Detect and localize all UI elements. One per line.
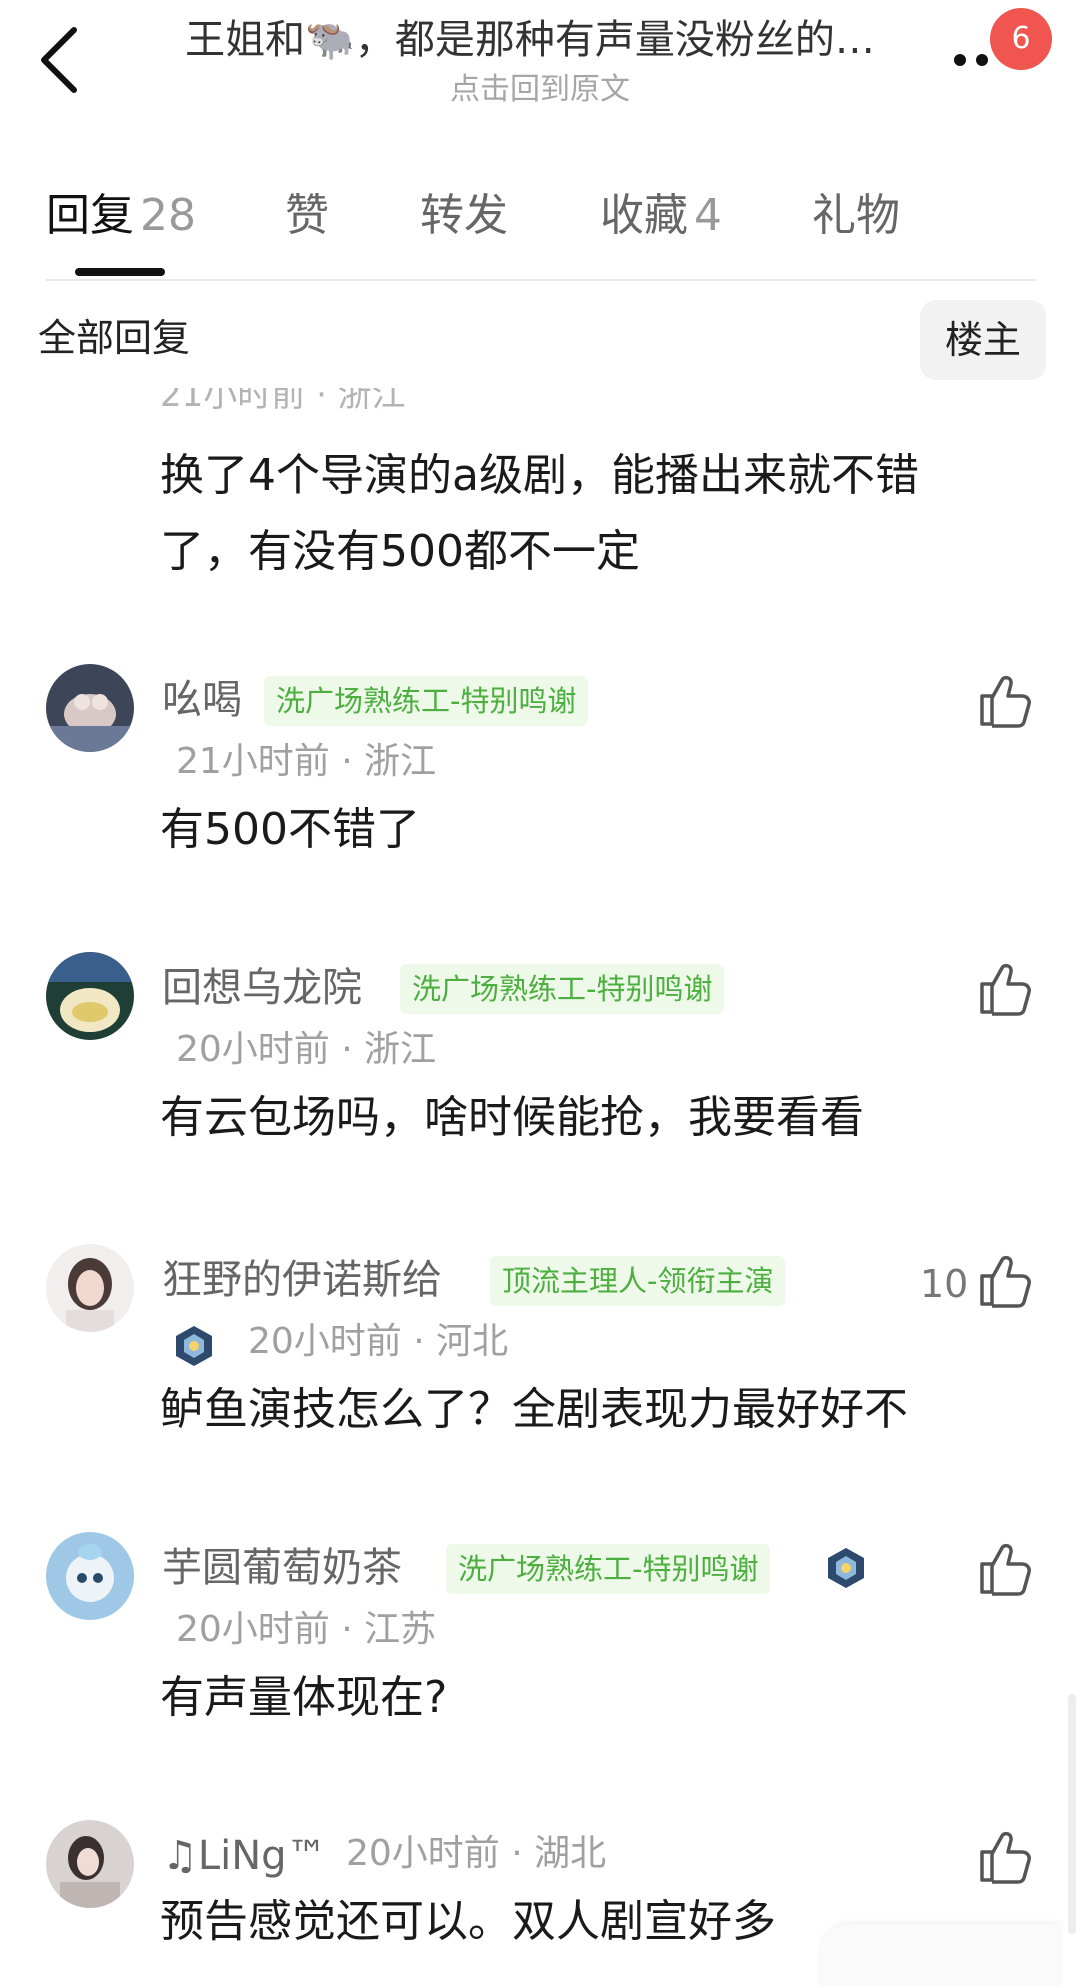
floating-reply-bar[interactable] (820, 1924, 1060, 1986)
comment-content: 换了4个导演的a级剧，能播出来就不错 了，有没有500都不一定 (160, 438, 1000, 590)
avatar-image (46, 1532, 134, 1620)
thumbs-up-icon (980, 675, 1031, 728)
fan-tag[interactable]: 洗广场熟练工-特别鸣谢 (446, 1544, 771, 1594)
like-button[interactable] (978, 960, 1032, 1016)
all-replies-title: 全部回复 (38, 316, 191, 360)
tab-reposts[interactable]: 转发 (420, 188, 508, 244)
username[interactable]: 狂野的伊诺斯给 (162, 1252, 442, 1308)
fan-tag[interactable]: 洗广场熟练工-特别鸣谢 (264, 676, 589, 726)
comment-meta: 21小时前 · 浙江 (160, 388, 406, 415)
active-tab-indicator (75, 268, 165, 276)
comment-content[interactable]: 有声量体现在? (160, 1666, 447, 1730)
thumbs-up-icon (980, 1831, 1031, 1884)
fan-tag[interactable]: 洗广场熟练工-特别鸣谢 (400, 964, 725, 1014)
comment-content-line: 了，有没有500都不一定 (160, 526, 640, 577)
like-button[interactable] (978, 672, 1032, 728)
comment-meta: 20小时前 · 浙江 (176, 1029, 437, 1070)
avatar[interactable] (46, 1532, 134, 1620)
comment-content[interactable]: 鲈鱼演技怎么了？全剧表现力最好好不 (160, 1378, 908, 1442)
tab-count: 4 (694, 190, 722, 241)
avatar[interactable] (46, 1820, 134, 1908)
tab-label: 赞 (285, 190, 329, 241)
tab-label: 礼物 (812, 190, 900, 241)
thumbs-up-icon (980, 1255, 1031, 1308)
tab-likes[interactable]: 赞 (285, 188, 329, 244)
avatar-image (46, 1244, 134, 1332)
tab-label: 回复 (46, 190, 134, 241)
top-bar: 王姐和🐃，都是那种有声量没粉丝的… 点击回到原文 6 (0, 0, 1080, 140)
comment-content-line: 换了4个导演的a级剧，能播出来就不错 (160, 450, 919, 501)
comment-meta: 20小时前 · 河北 (248, 1321, 509, 1362)
notification-badge[interactable]: 6 (990, 8, 1052, 70)
chevron-left-icon (41, 27, 77, 93)
comment-content[interactable]: 有500不错了 (160, 798, 420, 862)
comment-meta: 20小时前 · 江苏 (176, 1609, 437, 1650)
username[interactable]: 芋圆葡萄奶茶 (162, 1540, 402, 1596)
tab-count: 28 (140, 190, 196, 241)
tab-label: 转发 (420, 190, 508, 241)
username[interactable]: 吆喝 (162, 672, 242, 728)
medal-icon (828, 1548, 864, 1588)
comment-meta: 20小时前 · 湖北 (346, 1833, 607, 1874)
avatar-image (46, 1820, 134, 1908)
tab-favorites[interactable]: 收藏 4 (600, 188, 722, 244)
comment-content[interactable]: 有云包场吗，啥时候能抢，我要看看 (160, 1086, 864, 1150)
thumbs-up-icon (980, 1543, 1031, 1596)
tab-gifts[interactable]: 礼物 (812, 188, 900, 244)
back-button[interactable] (30, 20, 90, 100)
tab-replies[interactable]: 回复 28 (46, 188, 196, 244)
filter-bar: 全部回复 楼主 (0, 300, 1080, 380)
tab-label: 收藏 (600, 190, 688, 241)
comment-content[interactable]: 预告感觉还可以。双人剧宣好多 (160, 1890, 776, 1954)
tab-bar: 回复 28 赞 转发 收藏 4 礼物 (0, 170, 1080, 280)
thumbs-up-icon (980, 963, 1031, 1016)
avatar[interactable] (46, 952, 134, 1040)
comment-meta: 21小时前 · 浙江 (176, 741, 437, 782)
username[interactable]: 回想乌龙院 (162, 960, 362, 1016)
scrollbar[interactable] (1068, 1694, 1076, 1934)
like-button[interactable] (978, 1828, 1032, 1884)
avatar[interactable] (46, 1244, 134, 1332)
fan-tag[interactable]: 顶流主理人-领衔主演 (490, 1256, 786, 1306)
more-dot-icon (954, 54, 966, 66)
like-count: 10 (920, 1262, 969, 1306)
more-dot-icon (976, 54, 988, 66)
avatar[interactable] (46, 664, 134, 752)
divider (46, 279, 1036, 281)
like-button[interactable] (978, 1540, 1032, 1596)
username[interactable]: ♫LiNg™ (162, 1828, 327, 1884)
like-button[interactable] (978, 1252, 1032, 1308)
back-to-original-link[interactable]: 点击回到原文 (140, 70, 940, 110)
op-only-button[interactable]: 楼主 (920, 300, 1046, 380)
medal-icon (176, 1326, 212, 1366)
avatar-image (46, 664, 134, 752)
post-title[interactable]: 王姐和🐃，都是那种有声量没粉丝的… (140, 14, 920, 66)
avatar-image (46, 952, 134, 1040)
